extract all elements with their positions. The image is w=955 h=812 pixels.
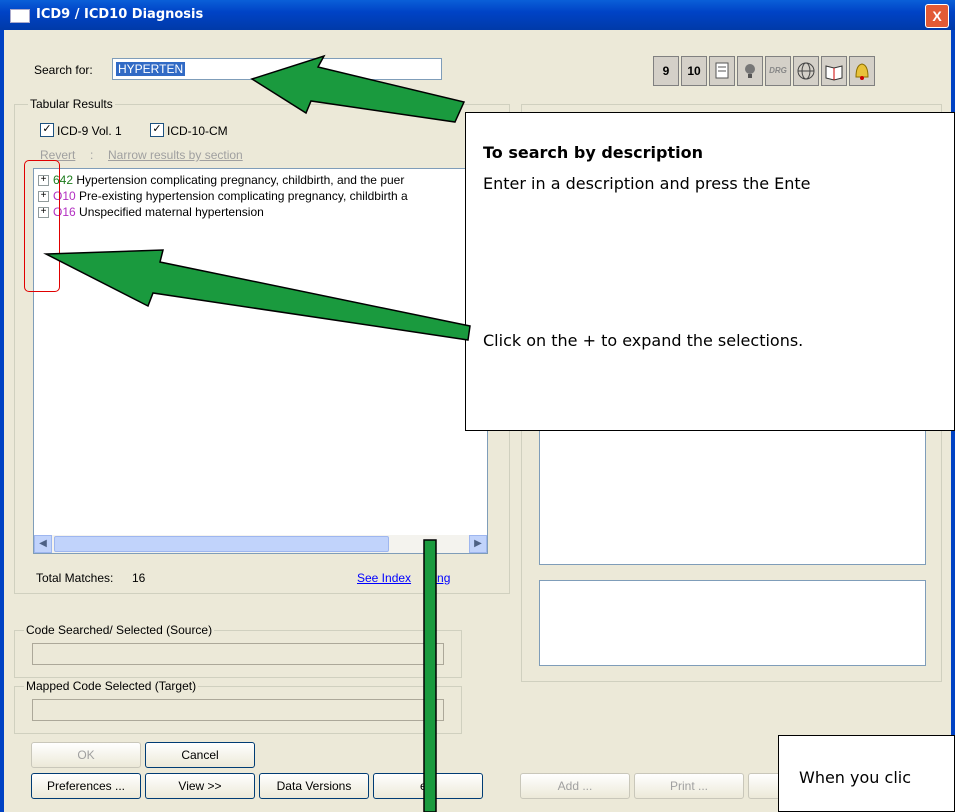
bell-icon[interactable] (849, 56, 875, 86)
callout-heading: To search by description (483, 143, 703, 162)
scrollbar-thumb[interactable] (54, 536, 389, 552)
target-label: Mapped Code Selected (Target) (24, 679, 199, 693)
bottom-callout-text: When you clic (799, 768, 911, 787)
icd9-checkbox[interactable]: ✓ (40, 123, 54, 137)
icd10-checkbox[interactable]: ✓ (150, 123, 164, 137)
icd10-toggle-button[interactable]: 10 (681, 56, 707, 86)
drg-icon[interactable]: DRG (765, 56, 791, 86)
search-input-value: HYPERTEN (116, 62, 186, 76)
book-icon[interactable] (821, 56, 847, 86)
scroll-right-icon[interactable]: ▶ (469, 535, 487, 553)
tree-item-desc: Unspecified maternal hypertension (75, 205, 264, 219)
globe-icon[interactable] (793, 56, 819, 86)
search-label: Search for: (34, 63, 93, 77)
ok-button[interactable]: OK (31, 742, 141, 768)
tree-item-desc: Pre-existing hypertension complicating p… (75, 189, 408, 203)
icd9-toggle-button[interactable]: 9 (653, 56, 679, 86)
tabular-results-label: Tabular Results (28, 97, 115, 111)
detail-text-area[interactable] (539, 415, 926, 565)
search-input[interactable]: HYPERTEN (112, 58, 442, 80)
narrow-results-link[interactable]: Narrow results by section (108, 148, 243, 162)
see-index-tail: sting (425, 571, 451, 585)
tree-item[interactable]: + O10 Pre-existing hypertension complicat… (38, 189, 408, 205)
icd10-checkbox-label: ICD-10-CM (167, 124, 228, 138)
see-index-text: See Index (357, 571, 412, 585)
view-button[interactable]: View >> (145, 773, 255, 799)
preferences-button[interactable]: Preferences ... (31, 773, 141, 799)
instruction-callout: To search by description Enter in a desc… (465, 112, 955, 431)
cancel-button[interactable]: Cancel (145, 742, 255, 768)
highlight-box (24, 160, 60, 292)
tree-item[interactable]: + O16 Unspecified maternal hypertension (38, 205, 264, 221)
notes-icon[interactable] (709, 56, 735, 86)
tree-item-desc: Hypertension complicating pregnancy, chi… (73, 173, 405, 187)
horizontal-scrollbar[interactable]: ◀ ▶ (34, 535, 487, 553)
scroll-left-icon[interactable]: ◀ (34, 535, 52, 553)
source-code-field[interactable] (32, 643, 444, 665)
notes-text-area[interactable] (539, 580, 926, 666)
see-index-link[interactable]: See Index sting (357, 571, 450, 585)
lightbulb-icon[interactable] (737, 56, 763, 86)
data-versions-button[interactable]: Data Versions (259, 773, 369, 799)
total-matches-value: 16 (132, 571, 146, 585)
help-button[interactable]: elp (373, 773, 483, 799)
window-icon (10, 9, 30, 23)
title-bar: ICD9 / ICD10 Diagnosis X (0, 0, 955, 30)
callout-search-instruction: Enter in a description and press the Ent… (483, 174, 811, 193)
print-button[interactable]: Print ... (634, 773, 744, 799)
target-code-field[interactable] (32, 699, 444, 721)
close-button[interactable]: X (925, 4, 949, 28)
callout-expand-instruction: Click on the + to expand the selections. (483, 331, 804, 350)
source-label: Code Searched/ Selected (Source) (24, 623, 215, 637)
bottom-callout: When you clic (778, 735, 955, 812)
revert-separator: : (90, 148, 94, 162)
results-tree[interactable]: +642 Hypertension complicating pregnancy… (33, 168, 488, 554)
icd9-checkbox-label: ICD-9 Vol. 1 (57, 124, 122, 138)
tree-item[interactable]: +642 Hypertension complicating pregnancy… (38, 173, 404, 189)
add-button[interactable]: Add ... (520, 773, 630, 799)
window-title: ICD9 / ICD10 Diagnosis (36, 7, 204, 22)
total-matches-label: Total Matches: (36, 571, 114, 585)
